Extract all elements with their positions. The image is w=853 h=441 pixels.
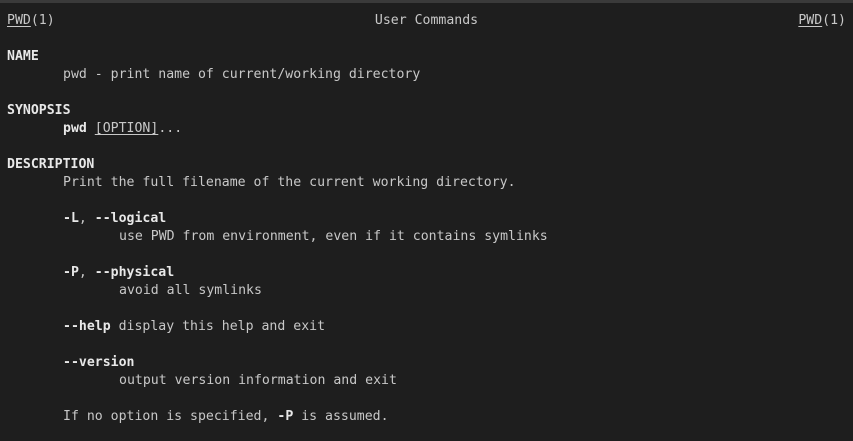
synopsis-line: pwd [OPTION]... — [63, 120, 182, 138]
synopsis-option: [OPTION] — [94, 121, 159, 136]
option-logical-sep: , — [78, 211, 95, 226]
synopsis-space — [87, 121, 95, 136]
section-heading-synopsis: SYNOPSIS — [7, 103, 71, 118]
default-note-pre: If no option is specified, — [63, 409, 278, 424]
option-help-flag: --help — [63, 319, 111, 334]
option-physical-long: --physical — [94, 265, 175, 280]
synopsis-command: pwd — [63, 121, 87, 136]
option-help-desc: display this help and exit — [110, 319, 326, 334]
section-heading-name: NAME — [7, 49, 39, 64]
header-right-section: (1) — [822, 13, 846, 28]
terminal-man-page[interactable]: PWD(1) User Commands PWD(1) NAME pwd - p… — [0, 0, 853, 441]
header-right: PWD(1) — [798, 12, 846, 30]
option-physical-short: -P — [63, 265, 79, 280]
option-version-desc: output version information and exit — [119, 373, 397, 388]
option-logical-desc: use PWD from environment, even if it con… — [119, 229, 548, 244]
option-version-flag: --version — [63, 355, 135, 370]
header-right-name: PWD — [798, 13, 823, 28]
section-heading-description: DESCRIPTION — [7, 157, 95, 172]
option-logical: -L, --logical — [63, 210, 166, 228]
name-text: pwd - print name of current/working dire… — [63, 67, 421, 82]
option-help: --help display this help and exit — [63, 318, 325, 336]
option-logical-short: -L — [63, 211, 79, 226]
option-physical-sep: , — [78, 265, 95, 280]
default-note-post: is assumed. — [293, 409, 389, 424]
synopsis-ellipsis: ... — [158, 121, 183, 136]
default-note: If no option is specified, -P is assumed… — [63, 408, 389, 426]
description-text: Print the full filename of the current w… — [63, 175, 516, 190]
option-physical: -P, --physical — [63, 264, 174, 282]
option-physical-desc: avoid all symlinks — [119, 283, 262, 298]
header-title: User Commands — [374, 13, 479, 28]
default-note-flag: -P — [277, 409, 294, 424]
option-logical-long: --logical — [94, 211, 167, 226]
